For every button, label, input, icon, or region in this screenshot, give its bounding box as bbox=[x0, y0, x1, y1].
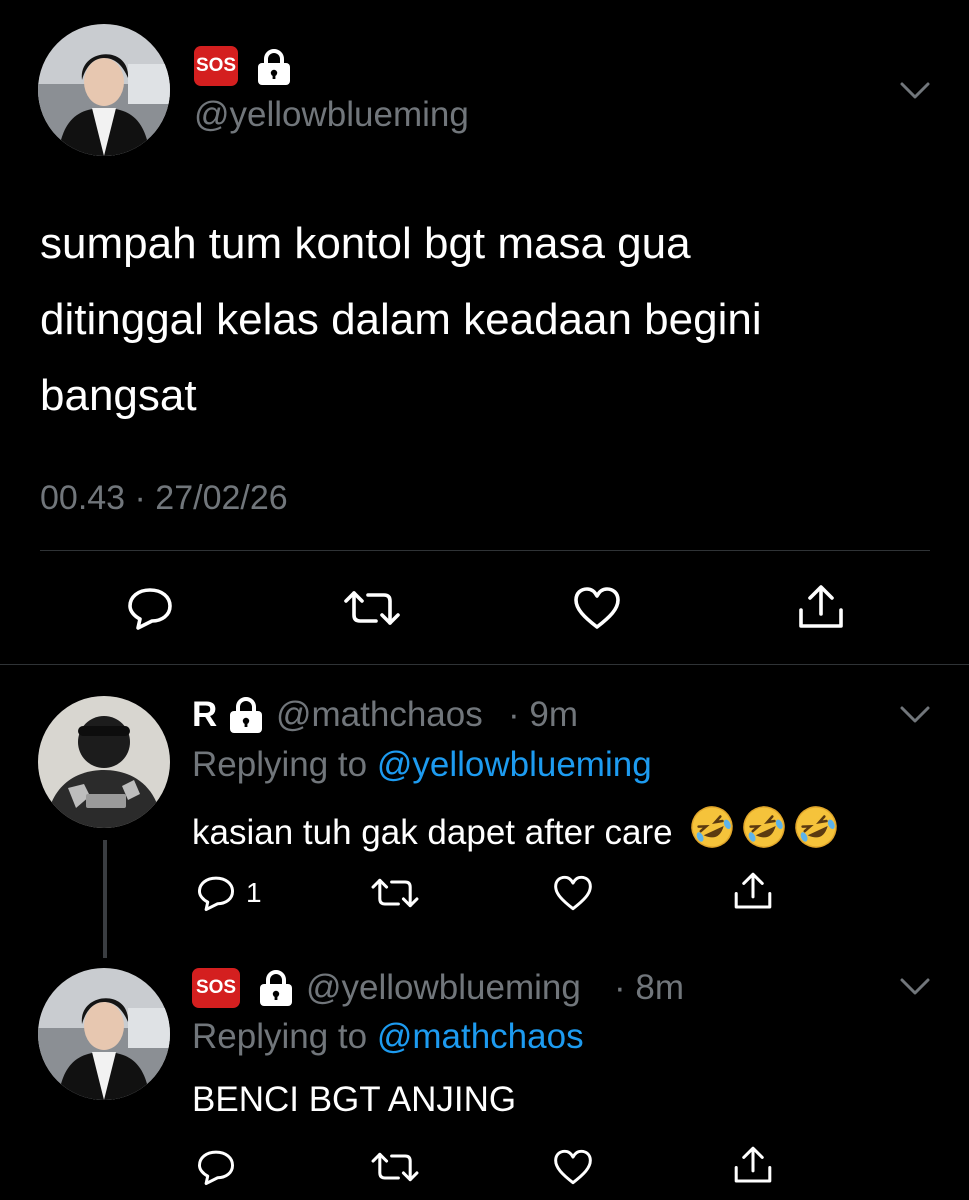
tweet-text: sumpah tum kontol bgt masa gua ditinggal… bbox=[40, 206, 762, 434]
author-handle[interactable]: @yellowblueming bbox=[306, 967, 581, 1009]
tweet-text-line: bangsat bbox=[40, 371, 197, 420]
divider bbox=[0, 664, 969, 665]
like-icon[interactable] bbox=[552, 1148, 594, 1186]
retweet-icon[interactable] bbox=[340, 587, 404, 629]
reply-count: 1 bbox=[246, 877, 262, 908]
replying-prefix: Replying to bbox=[192, 1017, 368, 1056]
divider bbox=[40, 550, 930, 551]
share-icon[interactable] bbox=[732, 1144, 774, 1186]
chevron-down-icon[interactable] bbox=[896, 972, 934, 1000]
replying-to: Replying to @yellowblueming bbox=[192, 744, 652, 786]
sos-badge: SOS bbox=[194, 46, 238, 86]
replying-to: Replying to @mathchaos bbox=[192, 1016, 584, 1058]
share-icon[interactable] bbox=[732, 870, 774, 912]
avatar[interactable] bbox=[38, 968, 170, 1100]
tweet-timestamp[interactable]: 00.43 · 27/02/26 bbox=[40, 478, 288, 518]
reply-icon[interactable] bbox=[196, 874, 236, 912]
chevron-down-icon[interactable] bbox=[896, 700, 934, 728]
author-handle[interactable]: @yellowblueming bbox=[194, 95, 469, 135]
reply-time: · 9m bbox=[508, 695, 578, 734]
lock-icon bbox=[226, 696, 266, 734]
avatar[interactable] bbox=[38, 24, 170, 156]
replying-to-link[interactable]: @mathchaos bbox=[377, 1017, 584, 1056]
sos-badge: SOS bbox=[192, 968, 240, 1008]
lock-icon bbox=[254, 48, 294, 86]
reply-icon[interactable] bbox=[196, 1148, 236, 1186]
reply-text: kasian tuh gak dapet after care bbox=[192, 804, 839, 861]
like-icon[interactable] bbox=[552, 874, 594, 912]
tweet-text-line: sumpah tum kontol bgt masa gua bbox=[40, 219, 691, 268]
retweet-icon[interactable] bbox=[368, 1149, 422, 1185]
tweet-text-line: ditinggal kelas dalam keadaan begini bbox=[40, 295, 762, 344]
author-handle[interactable]: @mathchaos bbox=[276, 694, 483, 736]
rolling-on-floor-laughing-icon bbox=[689, 804, 735, 861]
rolling-on-floor-laughing-icon bbox=[793, 804, 839, 861]
reply-icon[interactable] bbox=[126, 585, 174, 631]
rolling-on-floor-laughing-icon bbox=[741, 804, 787, 861]
display-name[interactable]: R bbox=[192, 694, 217, 736]
replying-prefix: Replying to bbox=[192, 745, 368, 784]
replying-to-link[interactable]: @yellowblueming bbox=[377, 745, 652, 784]
lock-icon bbox=[256, 969, 296, 1007]
like-icon[interactable] bbox=[572, 585, 622, 631]
reply-text-body: kasian tuh gak dapet after care bbox=[192, 812, 673, 852]
reply-time: · 8m bbox=[614, 968, 684, 1007]
thread-line bbox=[103, 840, 107, 958]
avatar[interactable] bbox=[38, 696, 170, 828]
share-icon[interactable] bbox=[796, 582, 846, 632]
retweet-icon[interactable] bbox=[368, 875, 422, 911]
chevron-down-icon[interactable] bbox=[896, 76, 934, 104]
reply-text: BENCI BGT ANJING bbox=[192, 1080, 517, 1119]
